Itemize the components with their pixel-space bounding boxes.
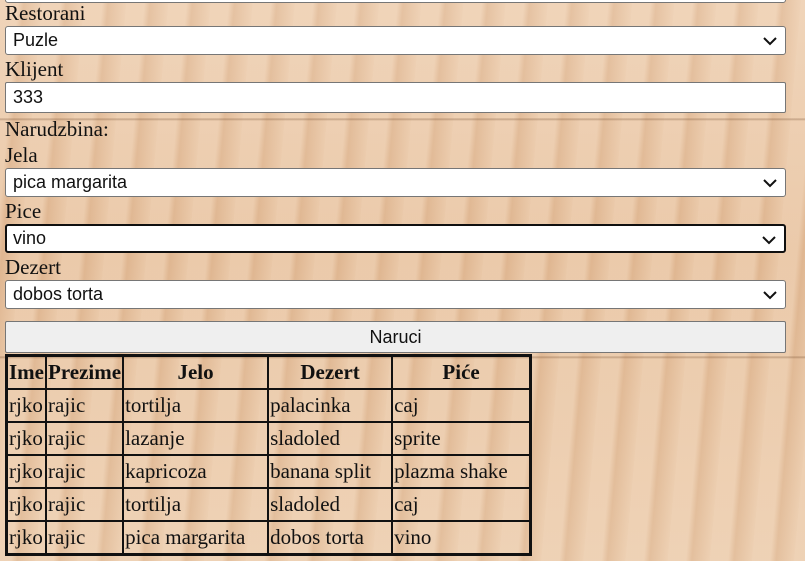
cell-food: tortilja — [123, 488, 269, 521]
cell-food: kapricoza — [123, 455, 269, 488]
cell-dessert: sladoled — [268, 488, 393, 521]
cell-first-name: rjko — [7, 422, 46, 455]
cell-first-name: rjko — [7, 521, 46, 554]
cell-last-name: rajic — [46, 422, 124, 455]
restaurants-select[interactable]: Puzle — [5, 26, 786, 55]
cell-food: lazanje — [123, 422, 269, 455]
table-header-row: Ime Prezime Jelo Dezert Piće — [7, 356, 531, 389]
cell-last-name: rajic — [46, 389, 124, 422]
restaurants-label: Restorani — [5, 1, 86, 25]
food-select[interactable]: pica margarita — [5, 168, 786, 197]
food-label: Jela — [5, 143, 38, 167]
table-row: rjko rajic tortilja palacinka caj — [7, 389, 531, 422]
chevron-down-icon — [763, 291, 777, 300]
restaurants-select-value: Puzle — [13, 30, 59, 50]
column-header-last-name: Prezime — [46, 356, 124, 389]
cell-drink: sprite — [392, 422, 531, 455]
food-select-value: pica margarita — [13, 172, 128, 192]
dessert-select[interactable]: dobos torta — [5, 280, 786, 309]
table-row: rjko rajic kapricoza banana split plazma… — [7, 455, 531, 488]
table-row: rjko rajic pica margarita dobos torta vi… — [7, 521, 531, 554]
cell-drink: vino — [392, 521, 531, 554]
cell-last-name: rajic — [46, 488, 124, 521]
cell-dessert: banana split — [268, 455, 393, 488]
drink-select-value: vino — [13, 228, 47, 248]
drink-select[interactable]: vino — [5, 224, 786, 253]
client-label: Klijent — [5, 57, 64, 81]
column-header-dessert: Dezert — [268, 356, 393, 389]
chevron-down-icon — [763, 179, 777, 188]
chevron-down-icon — [762, 236, 776, 245]
cell-first-name: rjko — [7, 488, 46, 521]
cell-last-name: rajic — [46, 455, 124, 488]
order-heading: Narudzbina: — [5, 117, 109, 141]
cell-drink: caj — [392, 389, 531, 422]
cell-dessert: sladoled — [268, 422, 393, 455]
drink-label: Pice — [5, 199, 42, 223]
cell-first-name: rjko — [7, 455, 46, 488]
order-button[interactable]: Naruci — [5, 321, 786, 353]
order-form: Restorani Puzle Klijent 333 Narudzbina: … — [5, 0, 786, 556]
dessert-label: Dezert — [5, 255, 61, 279]
cell-last-name: rajic — [46, 521, 124, 554]
column-header-drink: Piće — [392, 356, 531, 389]
cell-dessert: dobos torta — [268, 521, 393, 554]
cell-first-name: rjko — [7, 389, 46, 422]
cell-food: tortilja — [123, 389, 269, 422]
column-header-food: Jelo — [123, 356, 269, 389]
cell-dessert: palacinka — [268, 389, 393, 422]
table-row: rjko rajic lazanje sladoled sprite — [7, 422, 531, 455]
cell-drink: plazma shake — [392, 455, 531, 488]
cell-food: pica margarita — [123, 521, 269, 554]
column-header-first-name: Ime — [7, 356, 46, 389]
orders-table: Ime Prezime Jelo Dezert Piće rjko rajic … — [5, 354, 533, 556]
chevron-down-icon — [763, 37, 777, 46]
client-input[interactable]: 333 — [5, 82, 786, 113]
table-row: rjko rajic tortilja sladoled caj — [7, 488, 531, 521]
cell-drink: caj — [392, 488, 531, 521]
dessert-select-value: dobos torta — [13, 284, 104, 304]
